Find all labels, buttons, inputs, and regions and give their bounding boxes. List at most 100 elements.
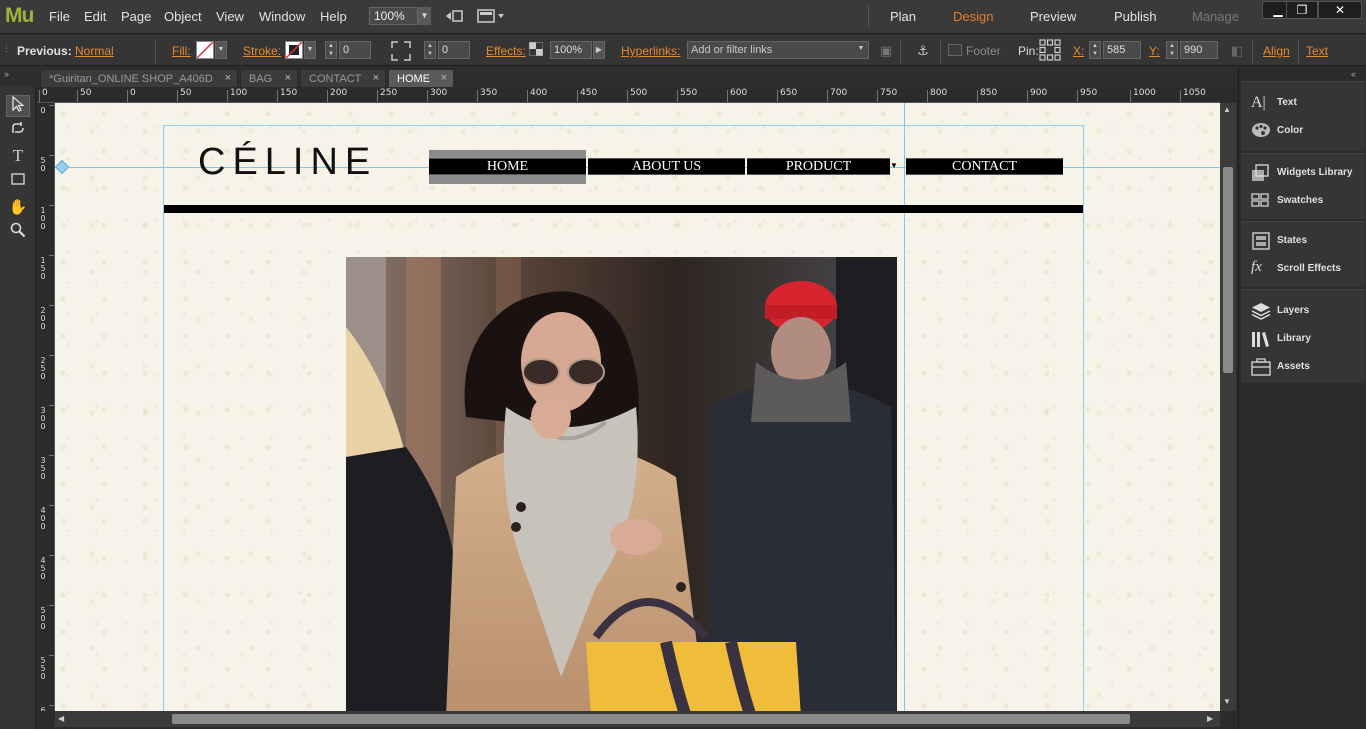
stroke-width-field[interactable]: 0: [339, 41, 371, 59]
menu-view[interactable]: View: [216, 9, 244, 24]
rectangle-tool[interactable]: [6, 170, 30, 192]
mode-separator: [868, 6, 869, 28]
mode-design[interactable]: Design: [953, 9, 993, 24]
panel-layers[interactable]: Layers: [1249, 300, 1361, 322]
page-navigation-icon[interactable]: [445, 8, 463, 24]
panel-library[interactable]: Library: [1249, 328, 1361, 350]
y-stepper[interactable]: ▲ ▼: [1166, 41, 1178, 59]
align-panel-link[interactable]: Align: [1263, 44, 1290, 58]
layout-view-icon[interactable]: [477, 8, 505, 24]
mode-manage[interactable]: Manage: [1192, 9, 1239, 24]
panel-swatches[interactable]: Swatches: [1249, 190, 1361, 212]
footer-checkbox[interactable]: [948, 44, 962, 56]
hero-image[interactable]: [346, 257, 897, 711]
chevron-down-icon[interactable]: ▼: [890, 161, 898, 170]
nav-home-button[interactable]: HOME: [429, 158, 586, 175]
mode-plan[interactable]: Plan: [890, 9, 916, 24]
scroll-down-arrow[interactable]: ▼: [1223, 697, 1231, 706]
stroke-label[interactable]: Stroke:: [243, 44, 281, 58]
nav-product-button[interactable]: PRODUCT: [747, 158, 890, 175]
effects-label[interactable]: Effects:: [486, 44, 526, 58]
horizontal-scrollbar[interactable]: ◀ ▶: [55, 711, 1220, 727]
scroll-left-arrow[interactable]: ◀: [58, 714, 64, 723]
menu-page[interactable]: Page: [121, 9, 151, 24]
hyperlinks-dropdown-arrow[interactable]: ▼: [855, 41, 867, 59]
close-icon[interactable]: ×: [225, 72, 231, 84]
dock-collapse-icon[interactable]: «: [1351, 69, 1356, 79]
tab-home[interactable]: HOME ×: [388, 69, 454, 87]
nav-contact-button[interactable]: CONTACT: [906, 158, 1063, 175]
fill-label[interactable]: Fill:: [172, 44, 191, 58]
menu-object[interactable]: Object: [164, 9, 202, 24]
pin-position-icon[interactable]: [1039, 39, 1061, 61]
separator: [155, 39, 156, 63]
zoom-dropdown-arrow[interactable]: ▼: [417, 7, 431, 25]
close-button[interactable]: ✕: [1318, 1, 1362, 19]
text-tool[interactable]: T: [6, 145, 30, 167]
panel-widgets-library[interactable]: Widgets Library: [1249, 162, 1361, 184]
vertical-scroll-thumb[interactable]: [1223, 167, 1233, 373]
stroke-swatch[interactable]: [285, 41, 303, 59]
y-label[interactable]: Y:: [1149, 44, 1160, 58]
crop-tool[interactable]: [6, 120, 30, 142]
x-position-field[interactable]: 585: [1103, 41, 1141, 59]
y-position-field[interactable]: 990: [1180, 41, 1218, 59]
ruler-tick: [277, 90, 278, 102]
resize-options-icon[interactable]: ◧: [1228, 42, 1246, 60]
link-options-icon[interactable]: ▣: [878, 42, 894, 60]
zoom-tool[interactable]: [6, 222, 30, 244]
menu-window[interactable]: Window: [259, 9, 305, 24]
menu-file[interactable]: File: [49, 9, 70, 24]
vertical-scrollbar[interactable]: ▲ ▼: [1220, 103, 1236, 711]
selection-tool[interactable]: [6, 95, 30, 117]
hyperlinks-label[interactable]: Hyperlinks:: [621, 44, 680, 58]
x-stepper[interactable]: ▲ ▼: [1089, 41, 1101, 59]
mode-preview[interactable]: Preview: [1030, 9, 1076, 24]
opacity-field[interactable]: 100%: [550, 41, 592, 59]
panel-scroll-effects[interactable]: fx Scroll Effects: [1249, 258, 1361, 280]
previous-state-link[interactable]: Normal: [75, 44, 114, 58]
panel-states[interactable]: States: [1249, 230, 1361, 252]
tab-bag[interactable]: BAG ×: [240, 69, 298, 87]
ruler-tick: [727, 90, 728, 102]
fill-dropdown-arrow[interactable]: ▼: [215, 41, 227, 59]
ruler-tick: [477, 90, 478, 102]
guide-handle-icon[interactable]: [55, 159, 70, 175]
ruler-label: 1000: [1133, 88, 1156, 98]
fill-swatch[interactable]: [196, 41, 214, 59]
panel-assets[interactable]: Assets: [1249, 356, 1361, 378]
text-panel-link[interactable]: Text: [1306, 44, 1328, 58]
brand-logo[interactable]: CÉLINE: [198, 141, 377, 184]
vertical-guide[interactable]: [904, 103, 905, 711]
close-icon[interactable]: ×: [285, 72, 291, 84]
anchor-icon[interactable]: ⚓: [914, 42, 932, 60]
nav-about-us-button[interactable]: ABOUT US: [588, 158, 745, 175]
hyperlinks-input[interactable]: Add or filter links: [687, 41, 869, 59]
hand-tool[interactable]: ✋: [6, 197, 30, 219]
scroll-up-arrow[interactable]: ▲: [1223, 105, 1231, 114]
panel-color[interactable]: Color: [1249, 120, 1361, 142]
tab-contact[interactable]: CONTACT ×: [300, 69, 386, 87]
scroll-right-arrow[interactable]: ▶: [1207, 714, 1213, 723]
menu-help[interactable]: Help: [320, 9, 347, 24]
close-icon[interactable]: ×: [373, 72, 379, 84]
corner-radius-stepper[interactable]: ▲ ▼: [424, 41, 436, 59]
layers-icon: [1251, 302, 1271, 323]
collapse-tools-icon[interactable]: »: [4, 69, 9, 79]
ruler-tick: [427, 90, 428, 102]
close-icon[interactable]: ×: [441, 72, 447, 84]
opacity-slider-arrow[interactable]: ▶: [593, 41, 605, 59]
stroke-width-stepper[interactable]: ▲ ▼: [325, 41, 337, 59]
x-label[interactable]: X:: [1073, 44, 1084, 58]
corner-radius-field[interactable]: 0: [438, 41, 470, 59]
design-canvas[interactable]: CÉLINE HOME ABOUT US PRODUCT ▼ CONTACT: [55, 103, 1220, 711]
panel-text[interactable]: A| Text: [1249, 92, 1361, 114]
stroke-dropdown-arrow[interactable]: ▼: [304, 41, 316, 59]
menu-edit[interactable]: Edit: [84, 9, 106, 24]
tab-online-shop[interactable]: *Guiritan_ONLINE SHOP_A406D ×: [40, 69, 238, 87]
ruler-tick: [1130, 90, 1131, 102]
ruler-label: 1050: [1183, 88, 1206, 98]
restore-button[interactable]: ❐: [1286, 1, 1318, 19]
mode-publish[interactable]: Publish: [1114, 9, 1157, 24]
horizontal-scroll-thumb[interactable]: [172, 714, 1130, 724]
